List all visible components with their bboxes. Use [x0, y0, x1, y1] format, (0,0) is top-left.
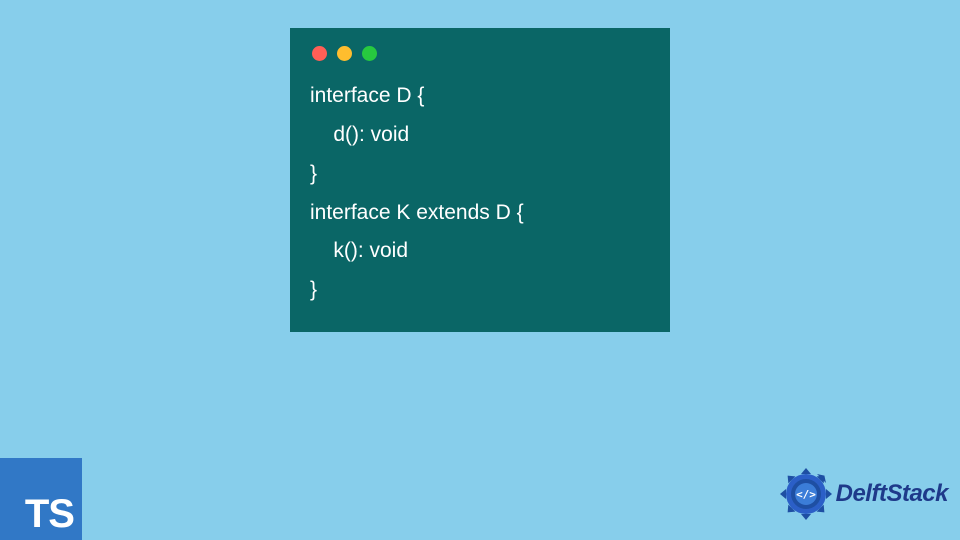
typescript-logo: TS — [0, 458, 82, 540]
close-dot-icon — [312, 46, 327, 61]
code-window: interface D { d(): void } interface K ex… — [290, 28, 670, 332]
delftstack-logo-text: DelftStack — [836, 480, 948, 508]
maximize-dot-icon — [362, 46, 377, 61]
typescript-logo-text: TS — [25, 494, 74, 534]
delftstack-gear-icon: </> — [778, 466, 834, 522]
code-line: k(): void — [310, 239, 408, 262]
code-line: interface D { — [310, 84, 424, 107]
window-controls — [310, 46, 650, 61]
code-line: } — [310, 278, 317, 301]
svg-text:</>: </> — [796, 488, 816, 501]
code-line: d(): void — [310, 123, 409, 146]
code-line: } — [310, 162, 317, 185]
minimize-dot-icon — [337, 46, 352, 61]
code-line: interface K extends D { — [310, 201, 524, 224]
code-block: interface D { d(): void } interface K ex… — [310, 77, 650, 310]
delftstack-logo: </> DelftStack — [778, 466, 948, 522]
